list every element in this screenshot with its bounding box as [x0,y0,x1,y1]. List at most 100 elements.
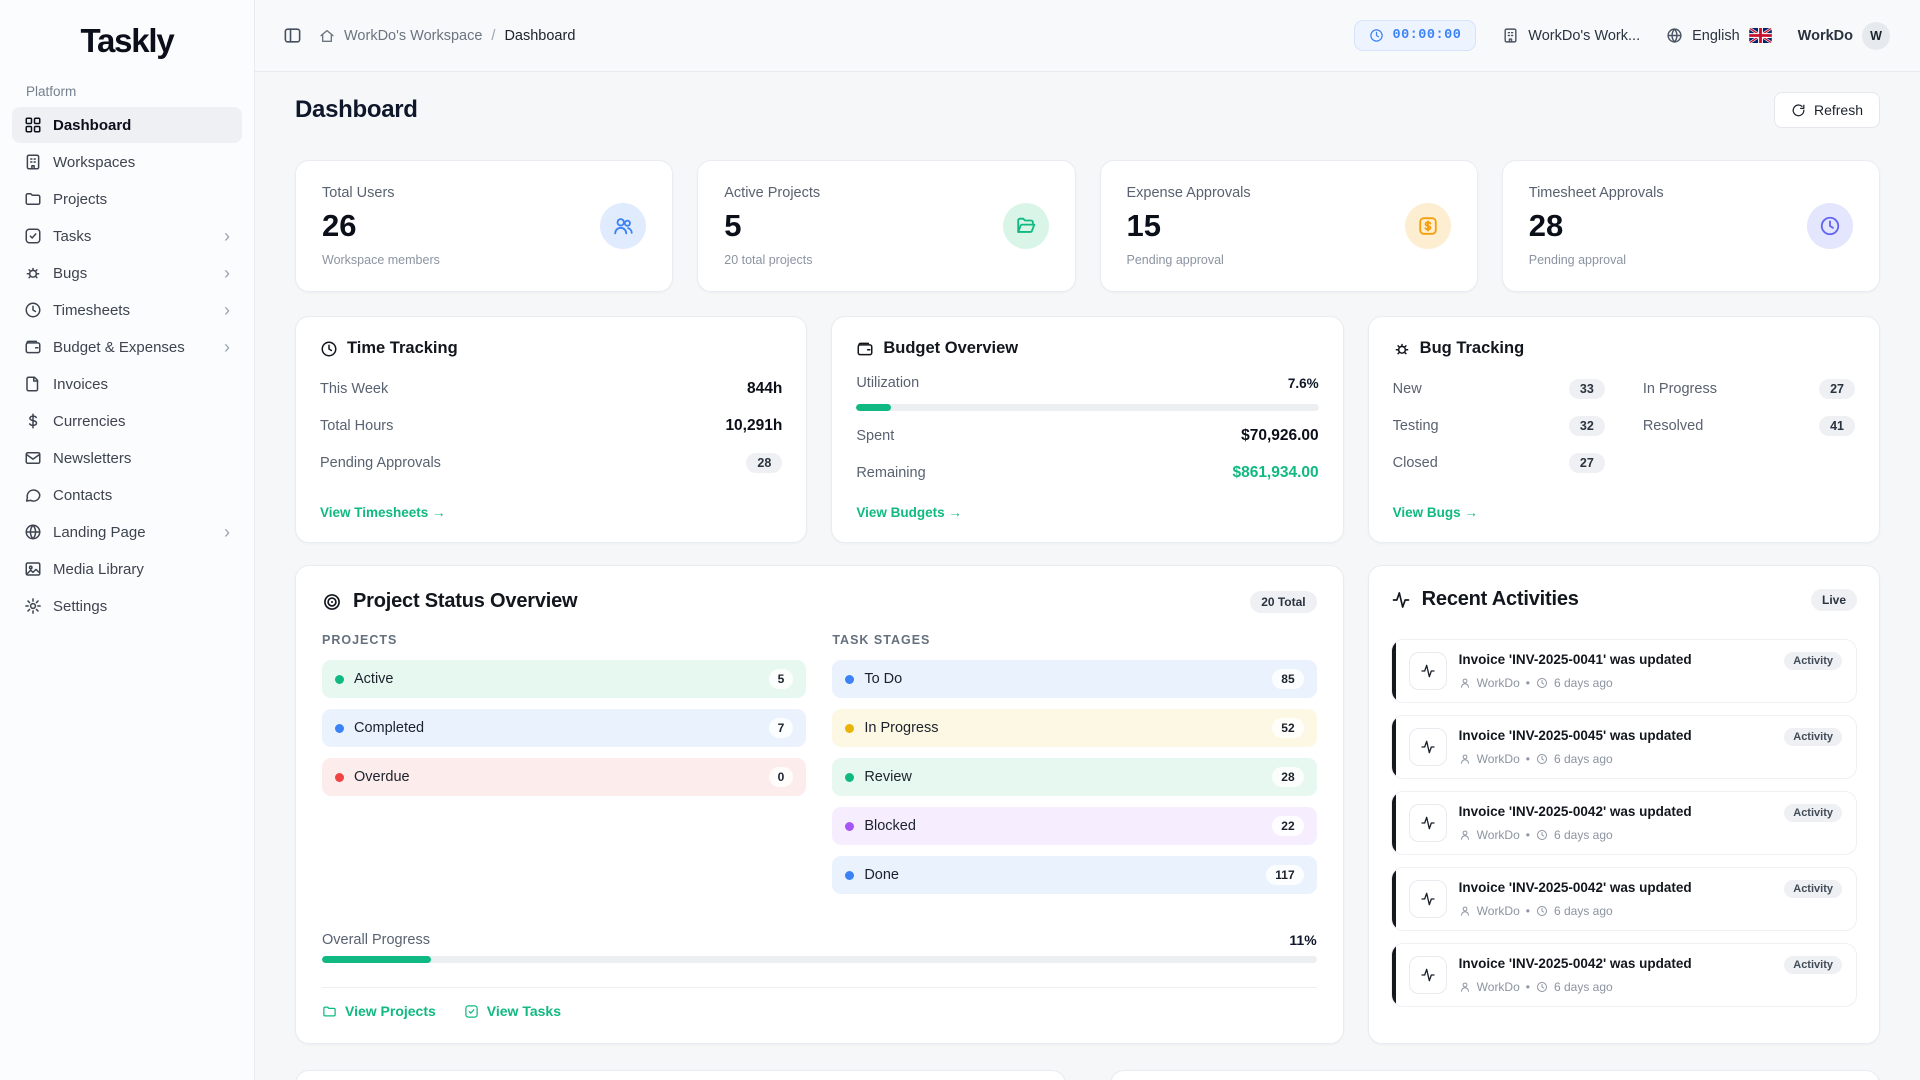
bug-icon [24,264,42,282]
user-menu[interactable]: WorkDo W [1798,22,1890,50]
activity-user: WorkDo [1477,904,1520,918]
timer-widget[interactable]: 00:00:00 [1354,20,1476,51]
person-icon [1459,905,1471,917]
activity-item[interactable]: Invoice 'INV-2025-0041' was updated Acti… [1391,639,1857,703]
sidebar-toggle-button[interactable] [277,21,307,51]
task-stage-row[interactable]: Review 28 [832,758,1316,796]
task-stage-row[interactable]: Blocked 22 [832,807,1316,845]
sidebar-item-label: Dashboard [53,117,131,134]
clock-icon [320,340,338,358]
breadcrumb-workspace[interactable]: WorkDo's Workspace [344,28,482,44]
sidebar-item[interactable]: Timesheets [12,292,242,328]
activity-title: Invoice 'INV-2025-0042' was updated [1459,804,1692,819]
sidebar-item[interactable]: Media Library [12,551,242,587]
sidebar-item[interactable]: Dashboard [12,107,242,143]
sidebar-item-label: Workspaces [53,154,135,171]
workspace-switcher-label: WorkDo's Work... [1528,28,1640,44]
page-title: Dashboard [295,96,418,124]
activity-body: Invoice 'INV-2025-0042' was updated Acti… [1459,880,1842,918]
sidebar-item[interactable]: Bugs [12,255,242,291]
view-link-label: View Projects [345,1003,436,1019]
folder-icon [322,1004,337,1019]
bug-icon [1393,340,1411,358]
sidebar-item[interactable]: Contacts [12,477,242,513]
overall-progress: Overall Progress 11% [322,932,1317,969]
spent-label: Spent [856,428,894,444]
status-dot [845,871,854,880]
task-stage-row[interactable]: To Do 85 [832,660,1316,698]
sidebar-item[interactable]: Landing Page [12,514,242,550]
topbar: WorkDo's Workspace / Dashboard 00:00:00 … [255,0,1920,72]
task-stage-row[interactable]: Done 117 [832,856,1316,894]
sidebar-item[interactable]: Projects [12,181,242,217]
overall-progress-value: 11% [1289,932,1316,948]
remaining-label: Remaining [856,465,925,481]
clock-icon [1536,677,1548,689]
project-status-row[interactable]: Active 5 [322,660,806,698]
folder-open-icon [1003,203,1049,249]
activity-type-badge: Activity [1784,956,1842,974]
sidebar-item[interactable]: Tasks [12,218,242,254]
sidebar-item[interactable]: Invoices [12,366,242,402]
activity-top-row: Invoice 'INV-2025-0042' was updated Acti… [1459,880,1842,898]
project-status-row[interactable]: Overdue 0 [322,758,806,796]
sidebar-item[interactable]: Settings [12,588,242,624]
utilization-value: 7.6% [1288,376,1319,391]
status-dot [845,675,854,684]
metric-value: 28 [746,453,782,473]
activity-item[interactable]: Invoice 'INV-2025-0042' was updated Acti… [1391,791,1857,855]
person-icon [1459,829,1471,841]
view-timesheets-link[interactable]: View Timesheets → [320,505,782,520]
stat-label: Total Users [322,185,440,201]
status-dot [845,822,854,831]
sidebar-item[interactable]: Budget & Expenses [12,329,242,365]
status-count-badge: 0 [769,767,794,787]
status-label: In Progress [864,720,938,736]
sidebar-item[interactable]: Workspaces [12,144,242,180]
activity-time: 6 days ago [1554,904,1613,918]
sidebar-item-label: Budget & Expenses [53,339,185,356]
status-dot [335,773,344,782]
sidebar-item-label: Invoices [53,376,108,393]
bug-stat-count: 27 [1569,453,1605,473]
refresh-button-label: Refresh [1814,102,1863,118]
project-status-row[interactable]: Completed 7 [322,709,806,747]
activity-item[interactable]: Invoice 'INV-2025-0042' was updated Acti… [1391,943,1857,1007]
view-link[interactable]: View Tasks [464,1003,561,1019]
building-icon [24,153,42,171]
utilization-label: Utilization [856,375,919,391]
activity-item[interactable]: Invoice 'INV-2025-0045' was updated Acti… [1391,715,1857,779]
meta-separator [1526,676,1530,690]
activity-top-row: Invoice 'INV-2025-0045' was updated Acti… [1459,728,1842,746]
language-switcher[interactable]: English [1666,27,1772,44]
task-stage-row[interactable]: In Progress 52 [832,709,1316,747]
person-icon [1459,753,1471,765]
overall-progress-row: Overall Progress 11% [322,932,1317,948]
activity-body: Invoice 'INV-2025-0042' was updated Acti… [1459,804,1842,842]
sidebar-item[interactable]: Currencies [12,403,242,439]
view-link[interactable]: View Projects [322,1003,436,1019]
overall-progress-track [322,956,1317,963]
view-budgets-link[interactable]: View Budgets → [856,505,1318,520]
meta-separator [1526,904,1530,918]
status-dot [845,724,854,733]
avatar: W [1862,22,1890,50]
activity-user: WorkDo [1477,828,1520,842]
activity-icon [1409,652,1447,690]
status-count-badge: 28 [1272,767,1303,787]
activity-item[interactable]: Invoice 'INV-2025-0042' was updated Acti… [1391,867,1857,931]
sidebar-item[interactable]: Newsletters [12,440,242,476]
home-icon [319,28,335,44]
activity-icon [1409,880,1447,918]
sidebar-item-label: Media Library [53,561,144,578]
below-fold-row [295,1070,1880,1080]
workspace-switcher[interactable]: WorkDo's Work... [1502,27,1640,44]
sidebar-item-label: Projects [53,191,107,208]
status-label: Done [864,867,899,883]
globe-icon [24,523,42,541]
activity-user: WorkDo [1477,676,1520,690]
view-bugs-link[interactable]: View Bugs → [1393,505,1855,520]
clock-icon [1807,203,1853,249]
refresh-button[interactable]: Refresh [1774,92,1880,128]
stat-value: 28 [1529,208,1664,244]
